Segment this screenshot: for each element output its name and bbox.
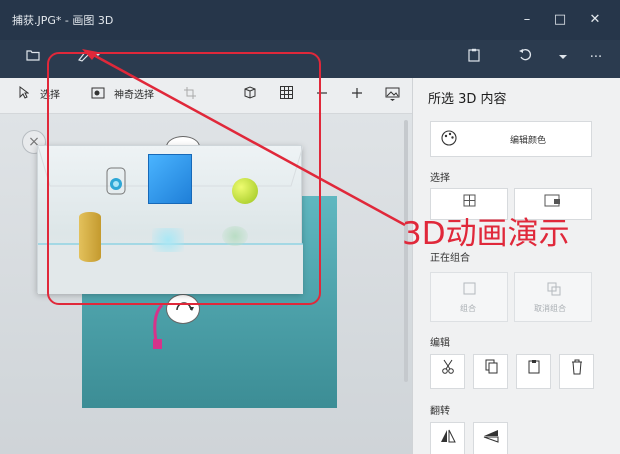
annotation-text: 3D动画演示 <box>402 216 570 252</box>
